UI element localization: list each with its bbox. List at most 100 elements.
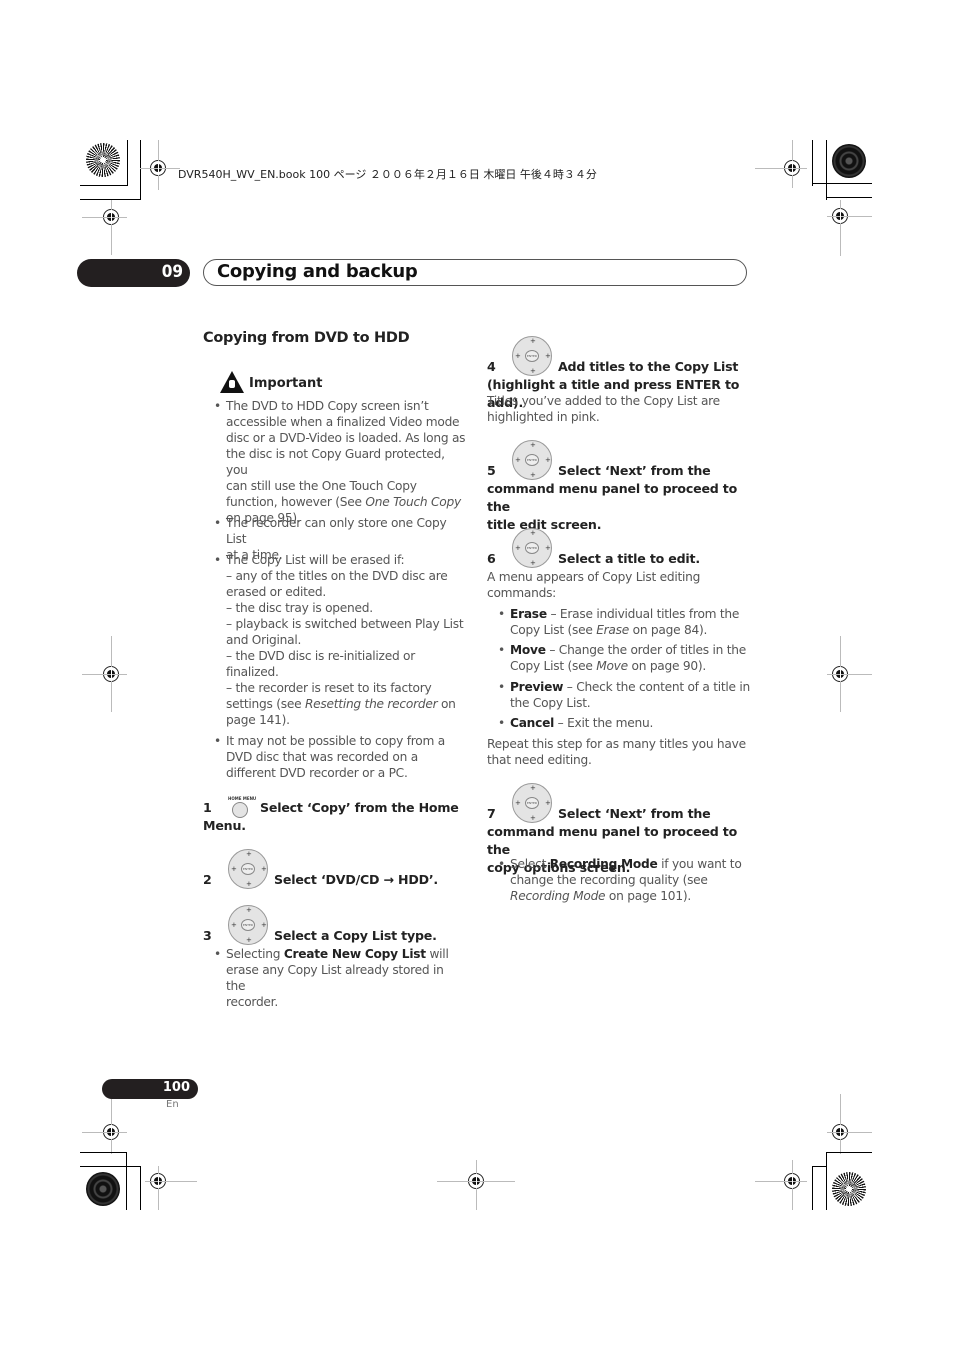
text-line: DVD disc that was recorded on a [226,750,418,764]
page-number-pill: 100 [102,1079,198,1099]
step-number: 7 [487,806,496,821]
command-name: Erase [510,607,547,621]
crop-line [82,674,127,675]
step-number: 5 [487,463,496,478]
cross-reference-link: Recording Mode [510,889,606,903]
text-span: Selecting [226,947,284,961]
crop-line [812,183,872,184]
text-span: – Change the order of titles in the [545,643,747,657]
bullet-dot: • [214,734,221,748]
text-line: that need editing. [487,753,592,767]
crop-line [755,1181,807,1182]
cross-reference-link: One Touch Copy [365,495,461,509]
step-3: 3 Select a Copy List type. [203,927,473,945]
text-line: – playback is switched between Play List [226,617,464,631]
text-line: and Original. [226,633,302,647]
step-text: Menu. [203,818,246,833]
text-line: A menu appears of Copy List editing [487,570,701,584]
text-span: function, however (See [226,495,366,509]
text-line: commands: [487,586,557,600]
text-span: if you want to [657,857,742,871]
text-line: the Copy List. [510,696,591,710]
step-4-description: Titles you’ve added to the Copy List are… [487,393,752,425]
command-name: Preview [510,680,564,694]
step-text: command menu panel to proceed to the [487,481,738,514]
important-bullet: • The Copy List will be erased if: – any… [214,552,466,728]
step-6-description: A menu appears of Copy List editing comm… [487,569,752,601]
text-line: – the disc tray is opened. [226,601,373,615]
crop-line [140,1166,141,1210]
text-line: – the DVD disc is re-initialized or [226,649,416,663]
text-line: Cancel – Exit the menu. [510,715,755,731]
text-line: The DVD to HDD Copy screen isn’t [226,399,429,413]
crop-line [826,1152,827,1210]
text-line: settings (see Resetting the recorder on [226,696,466,712]
bullet-dot: • [498,857,505,871]
crop-line [826,1152,872,1153]
chapter-title: Copying and backup [217,261,418,282]
command-cancel: • Cancel – Exit the menu. [498,715,755,731]
text-span: – Erase individual titles from the [546,607,740,621]
crop-line [126,1152,127,1210]
step-number: 2 [203,872,212,887]
bullet-dot: • [498,716,505,730]
text-span: – Exit the menu. [554,716,654,730]
text-line: Repeat this step for as many titles you … [487,737,746,751]
text-line: Titles you’ve added to the Copy List are [487,394,720,408]
crop-line [812,140,813,186]
command-erase: • Erase – Erase individual titles from t… [498,606,755,638]
command-name: Move [510,643,546,657]
text-line: – the recorder is reset to its factory [226,681,432,695]
crop-line [80,1166,141,1167]
text-span: on page 90). [627,659,707,673]
crop-line [145,1181,197,1182]
crop-line [812,1166,826,1167]
text-line: Copy List (see Move on page 90). [510,658,755,674]
chapter-number: 09 [161,262,183,282]
bullet-dot: • [498,643,505,657]
text-span: will [425,947,449,961]
step-text: Select ‘Copy’ from the Home [260,800,459,815]
important-bullet: • The DVD to HDD Copy screen isn’t acces… [214,398,466,526]
text-line: recorder. [226,995,278,1009]
bullet-dot: • [498,680,505,694]
print-header-file-info: DVR540H_WV_EN.book 100 ページ ２００６年２月１６日 木曜… [178,168,597,181]
text-line: highlighted in pink. [487,410,600,424]
step-3-note: • Selecting Create New Copy List will er… [214,946,466,1010]
command-preview: • Preview – Check the content of a title… [498,679,755,711]
crop-line [140,140,141,200]
section-heading: Copying from DVD to HDD [203,330,410,346]
step-text: Select ‘DVD/CD → HDD’. [274,872,439,887]
crop-line [755,168,807,169]
text-line: different DVD recorder or a PC. [226,766,408,780]
text-span: on page 101). [605,889,691,903]
text-line: Move – Change the order of titles in the [510,642,755,658]
text-line: Recording Mode on page 101). [510,888,755,904]
step-number: 3 [203,928,212,943]
text-span: Copy List (see [510,623,597,637]
text-line: the disc is not Copy Guard protected, yo… [226,447,445,477]
text-line: erase any Copy List already stored in th… [226,963,444,993]
text-line: It may not be possible to copy from a [226,734,445,748]
step-text: Select ‘Next’ from the [558,463,711,478]
command-move: • Move – Change the order of titles in t… [498,642,755,674]
bullet-dot: • [214,399,221,413]
step-text: Select ‘Next’ from the [558,806,711,821]
text-line: finalized. [226,665,279,679]
option-name: Create New Copy List [283,947,426,961]
step-1: 1 Select ‘Copy’ from the Home Menu. [203,799,473,835]
cross-reference-link: Erase [596,623,629,637]
cross-reference-link: Move [596,659,628,673]
step-6-footer: Repeat this step for as many titles you … [487,736,752,768]
text-line: Erase – Erase individual titles from the [510,606,755,622]
step-number: 4 [487,359,496,374]
color-registration-disc-icon [832,144,866,178]
text-line: – any of the titles on the DVD disc are [226,569,448,583]
step-text: Add titles to the Copy List [558,359,739,374]
step-text: command menu panel to proceed to the [487,824,738,857]
crop-line [826,140,827,200]
text-line: change the recording quality (see [510,873,708,887]
step-number: 6 [487,551,496,566]
text-span: settings (see [226,697,305,711]
text-line: can still use the One Touch Copy [226,479,417,493]
